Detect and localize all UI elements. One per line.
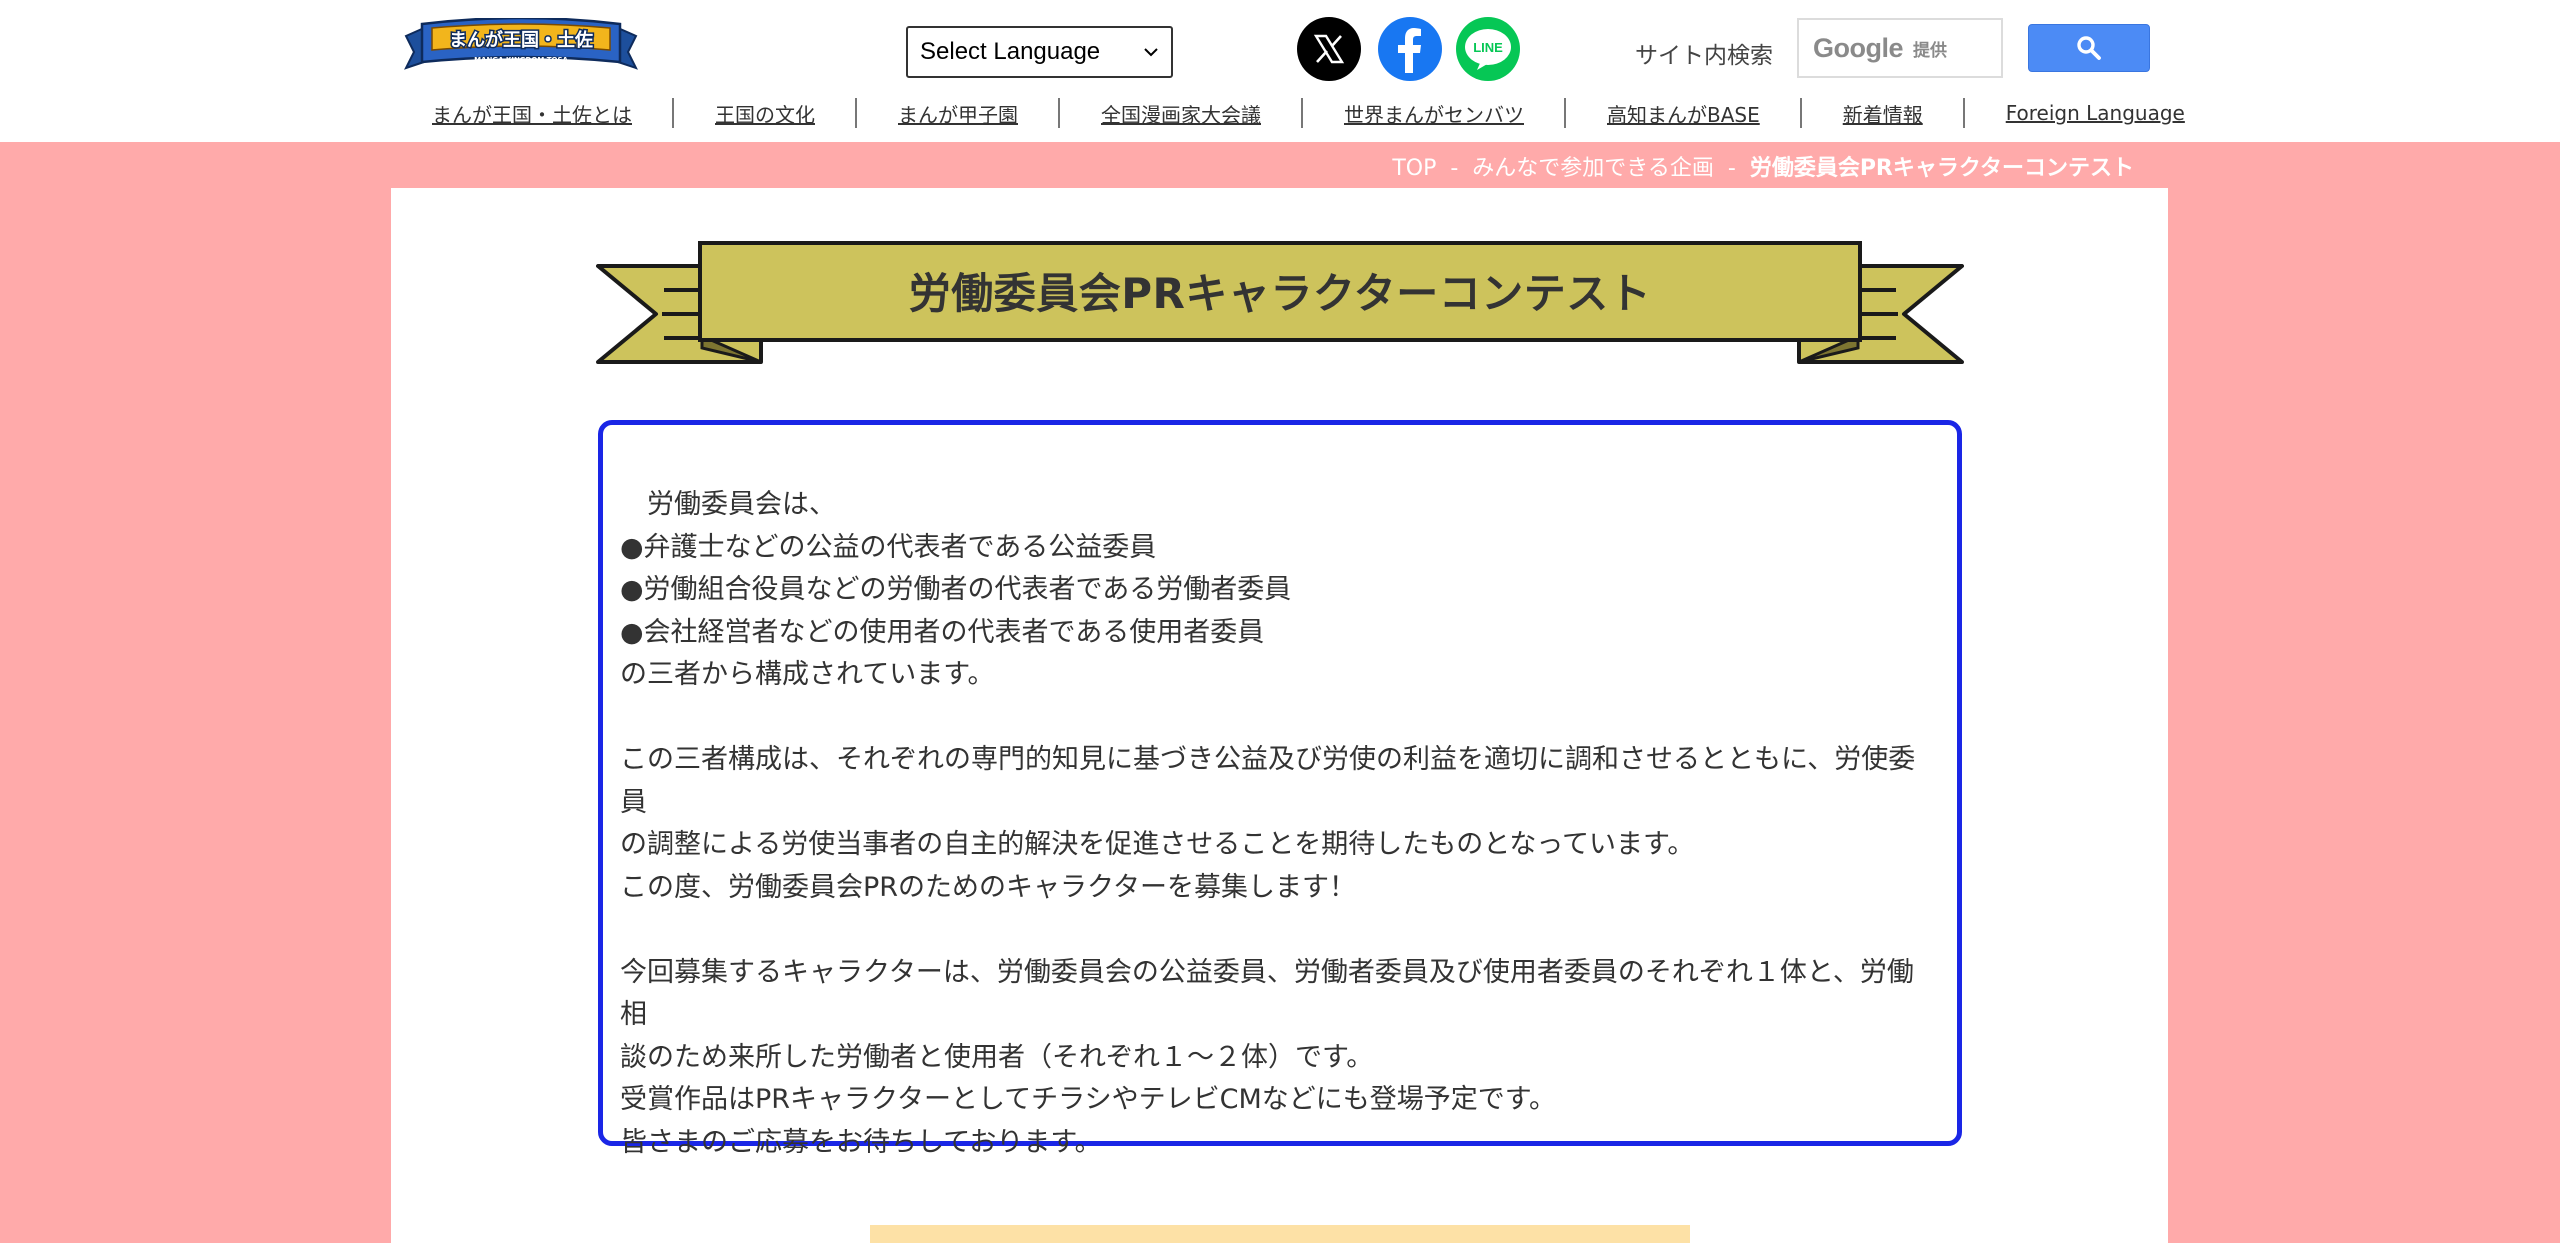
- site-search-label: サイト内検索: [1635, 43, 1773, 69]
- facebook-icon[interactable]: [1378, 17, 1442, 81]
- language-select[interactable]: Select Language: [906, 26, 1173, 78]
- breadcrumb-separator: -: [1727, 156, 1736, 181]
- page-title: 労働委員会PRキャラクターコンテスト: [908, 268, 1652, 318]
- nav-item-mangaka-conference[interactable]: 全国漫画家大会議: [1101, 99, 1261, 128]
- nav-divider: [1962, 98, 1965, 128]
- breadcrumb-top[interactable]: TOP: [1392, 156, 1436, 181]
- logo-text: まんが王国・土佐: [449, 29, 593, 51]
- search-icon: [2077, 36, 2101, 60]
- x-twitter-icon[interactable]: [1297, 17, 1361, 81]
- nav-divider: [855, 98, 857, 128]
- site-header: まんが王国・土佐 MANGA KINGDOM TOSA Select Langu…: [0, 0, 2560, 142]
- language-select-value: Select Language: [920, 38, 1101, 65]
- search-button[interactable]: [2028, 24, 2150, 72]
- nav-item-manga-koshien[interactable]: まんが甲子園: [898, 99, 1018, 128]
- intro-text: 労働委員会は、 ●弁護士などの公益の代表者である公益委員 ●労働組合役員などの労…: [620, 489, 1916, 1158]
- breadcrumb: TOP - みんなで参加できる企画 - 労働委員会PRキャラクターコンテスト: [1392, 150, 2134, 182]
- nav-item-culture[interactable]: 王国の文化: [715, 99, 815, 128]
- svg-text:LINE: LINE: [1473, 40, 1503, 55]
- nav-item-world-manga-senbatsu[interactable]: 世界まんがセンバツ: [1344, 99, 1524, 128]
- nav-divider: [1301, 98, 1303, 128]
- breadcrumb-parent[interactable]: みんなで参加できる企画: [1472, 156, 1714, 181]
- next-section-header: [870, 1225, 1690, 1243]
- main-nav: まんが王国・土佐とは 王国の文化 まんが甲子園 全国漫画家大会議 世界まんがセン…: [398, 96, 2185, 130]
- nav-divider: [672, 98, 674, 128]
- logo-subtext: MANGA KINGDOM TOSA: [474, 56, 568, 64]
- search-input[interactable]: Google 提供: [1797, 18, 2003, 78]
- nav-item-about[interactable]: まんが王国・土佐とは: [432, 99, 632, 128]
- nav-item-news[interactable]: 新着情報: [1843, 99, 1923, 128]
- google-provided-label: 提供: [1913, 40, 1947, 61]
- breadcrumb-current: 労働委員会PRキャラクターコンテスト: [1749, 156, 2134, 181]
- site-logo[interactable]: まんが王国・土佐 MANGA KINGDOM TOSA: [402, 18, 640, 76]
- breadcrumb-separator: -: [1450, 156, 1459, 181]
- google-watermark: Google: [1813, 32, 1904, 63]
- nav-item-kochi-manga-base[interactable]: 高知まんがBASE: [1607, 99, 1760, 128]
- nav-divider: [1058, 98, 1060, 128]
- line-icon[interactable]: LINE: [1456, 17, 1520, 81]
- chevron-down-icon: [1144, 48, 1158, 57]
- nav-divider: [1799, 98, 1802, 128]
- nav-divider: [1564, 98, 1566, 128]
- nav-item-foreign-language[interactable]: Foreign Language: [2006, 101, 2185, 125]
